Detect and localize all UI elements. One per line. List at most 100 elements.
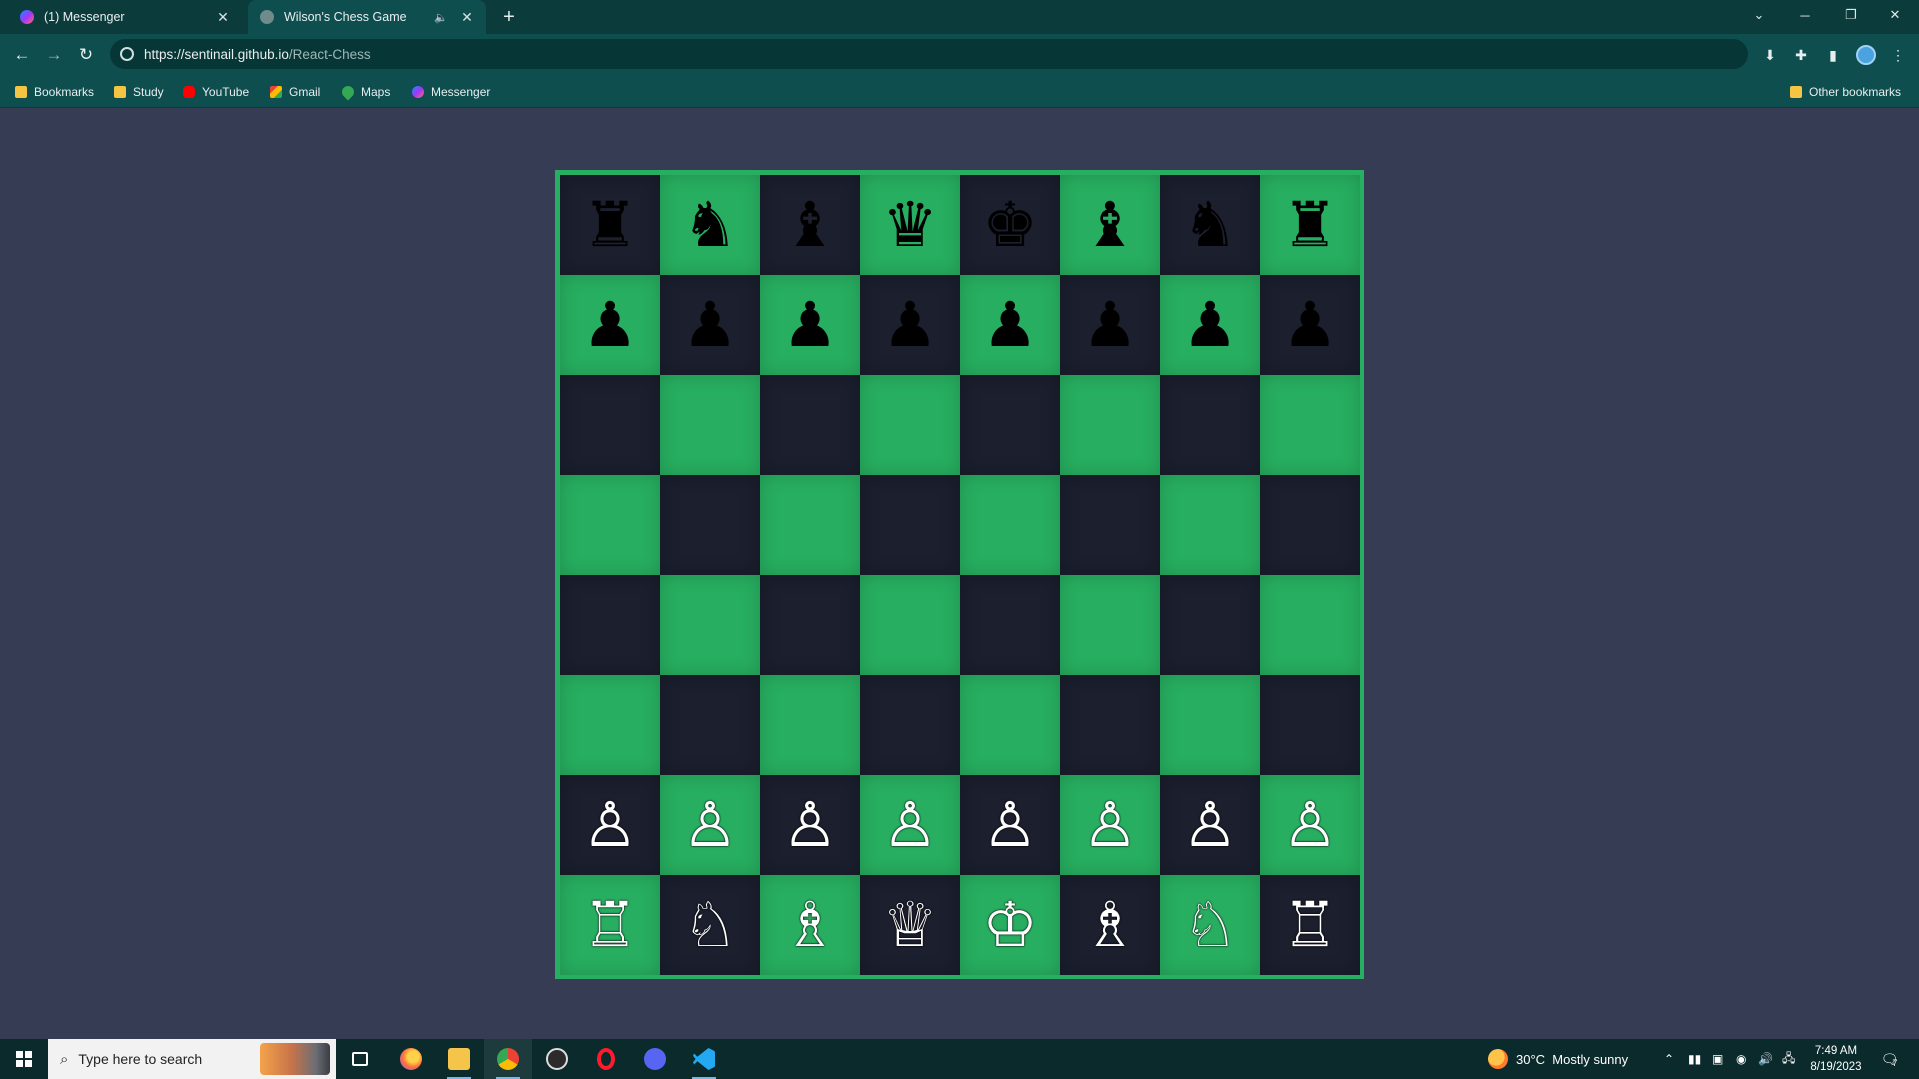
close-tab-icon[interactable]: ✕: [214, 8, 232, 26]
square-g3[interactable]: [1160, 675, 1260, 775]
firefox-icon[interactable]: [387, 1039, 435, 1079]
weather-widget[interactable]: 30°C Mostly sunny: [1488, 1039, 1628, 1079]
bookmark-study[interactable]: Study: [114, 83, 164, 101]
volume-icon[interactable]: 🔊: [1758, 1039, 1773, 1079]
white-bishop-piece[interactable]: ♗: [782, 894, 838, 956]
black-pawn-piece[interactable]: ♟: [682, 294, 738, 356]
square-b3[interactable]: [660, 675, 760, 775]
black-king-piece[interactable]: ♚: [982, 194, 1038, 256]
square-d8[interactable]: ♛: [860, 175, 960, 275]
square-d3[interactable]: [860, 675, 960, 775]
black-pawn-piece[interactable]: ♟: [782, 294, 838, 356]
square-b4[interactable]: [660, 575, 760, 675]
white-pawn-piece[interactable]: ♙: [982, 794, 1038, 856]
square-g7[interactable]: ♟: [1160, 275, 1260, 375]
square-e3[interactable]: [960, 675, 1060, 775]
white-pawn-piece[interactable]: ♙: [1182, 794, 1238, 856]
square-d6[interactable]: [860, 375, 960, 475]
square-c7[interactable]: ♟: [760, 275, 860, 375]
square-c6[interactable]: [760, 375, 860, 475]
bookmark-maps[interactable]: Maps: [339, 83, 390, 101]
square-a6[interactable]: [560, 375, 660, 475]
square-b1[interactable]: ♘: [660, 875, 760, 975]
other-bookmarks[interactable]: Other bookmarks: [1790, 83, 1901, 101]
vscode-icon[interactable]: [680, 1039, 728, 1079]
square-g8[interactable]: ♞: [1160, 175, 1260, 275]
obs-icon[interactable]: [533, 1039, 581, 1079]
square-b6[interactable]: [660, 375, 760, 475]
tab-search-icon[interactable]: ⌄: [1736, 0, 1782, 30]
taskbar-search[interactable]: ⌕ Type here to search: [48, 1039, 336, 1079]
black-queen-piece[interactable]: ♛: [882, 194, 938, 256]
square-b2[interactable]: ♙: [660, 775, 760, 875]
square-g4[interactable]: [1160, 575, 1260, 675]
site-info-icon[interactable]: [120, 47, 134, 61]
download-icon[interactable]: ⬇: [1759, 44, 1781, 66]
square-c2[interactable]: ♙: [760, 775, 860, 875]
square-h2[interactable]: ♙: [1260, 775, 1360, 875]
start-button[interactable]: [0, 1039, 47, 1079]
square-b5[interactable]: [660, 475, 760, 575]
minimize-button[interactable]: ─: [1782, 0, 1828, 30]
square-f4[interactable]: [1060, 575, 1160, 675]
square-e2[interactable]: ♙: [960, 775, 1060, 875]
black-pawn-piece[interactable]: ♟: [882, 294, 938, 356]
address-bar[interactable]: https://sentinail.github.io/React-Chess: [110, 39, 1748, 69]
square-f6[interactable]: [1060, 375, 1160, 475]
square-h1[interactable]: ♖: [1260, 875, 1360, 975]
black-knight-piece[interactable]: ♞: [682, 194, 738, 256]
tab-chess-game[interactable]: Wilson's Chess Game 🔈 ✕: [248, 0, 486, 34]
forward-icon[interactable]: →: [42, 43, 66, 67]
square-c4[interactable]: [760, 575, 860, 675]
square-g2[interactable]: ♙: [1160, 775, 1260, 875]
black-bishop-piece[interactable]: ♝: [1082, 194, 1138, 256]
square-c5[interactable]: [760, 475, 860, 575]
white-queen-piece[interactable]: ♕: [882, 894, 938, 956]
square-a1[interactable]: ♖: [560, 875, 660, 975]
square-b8[interactable]: ♞: [660, 175, 760, 275]
restore-button[interactable]: ❐: [1828, 0, 1874, 30]
black-pawn-piece[interactable]: ♟: [582, 294, 638, 356]
black-bishop-piece[interactable]: ♝: [782, 194, 838, 256]
square-c1[interactable]: ♗: [760, 875, 860, 975]
square-c3[interactable]: [760, 675, 860, 775]
square-d5[interactable]: [860, 475, 960, 575]
square-e1[interactable]: ♔: [960, 875, 1060, 975]
square-h3[interactable]: [1260, 675, 1360, 775]
white-pawn-piece[interactable]: ♙: [1082, 794, 1138, 856]
tab-messenger[interactable]: (1) Messenger ✕: [12, 0, 242, 34]
square-e5[interactable]: [960, 475, 1060, 575]
white-pawn-piece[interactable]: ♙: [682, 794, 738, 856]
square-g5[interactable]: [1160, 475, 1260, 575]
close-window-button[interactable]: ✕: [1872, 0, 1918, 30]
square-h5[interactable]: [1260, 475, 1360, 575]
white-pawn-piece[interactable]: ♙: [882, 794, 938, 856]
black-pawn-piece[interactable]: ♟: [1082, 294, 1138, 356]
square-b7[interactable]: ♟: [660, 275, 760, 375]
square-f8[interactable]: ♝: [1060, 175, 1160, 275]
square-f7[interactable]: ♟: [1060, 275, 1160, 375]
task-view-icon[interactable]: [336, 1039, 384, 1079]
camera-icon[interactable]: ◉: [1736, 1039, 1746, 1079]
reload-icon[interactable]: ↻: [74, 43, 98, 67]
square-a5[interactable]: [560, 475, 660, 575]
discord-icon[interactable]: [631, 1039, 679, 1079]
black-pawn-piece[interactable]: ♟: [982, 294, 1038, 356]
black-rook-piece[interactable]: ♜: [1282, 194, 1338, 256]
menu-icon[interactable]: ⋮: [1887, 44, 1909, 66]
square-d4[interactable]: [860, 575, 960, 675]
square-h7[interactable]: ♟: [1260, 275, 1360, 375]
square-d1[interactable]: ♕: [860, 875, 960, 975]
square-g6[interactable]: [1160, 375, 1260, 475]
bookmark-youtube[interactable]: YouTube: [183, 83, 249, 101]
square-h8[interactable]: ♜: [1260, 175, 1360, 275]
white-king-piece[interactable]: ♔: [982, 894, 1038, 956]
square-e7[interactable]: ♟: [960, 275, 1060, 375]
square-g1[interactable]: ♘: [1160, 875, 1260, 975]
square-f2[interactable]: ♙: [1060, 775, 1160, 875]
black-pawn-piece[interactable]: ♟: [1182, 294, 1238, 356]
new-tab-button[interactable]: +: [498, 6, 520, 28]
white-pawn-piece[interactable]: ♙: [782, 794, 838, 856]
square-a2[interactable]: ♙: [560, 775, 660, 875]
square-h4[interactable]: [1260, 575, 1360, 675]
